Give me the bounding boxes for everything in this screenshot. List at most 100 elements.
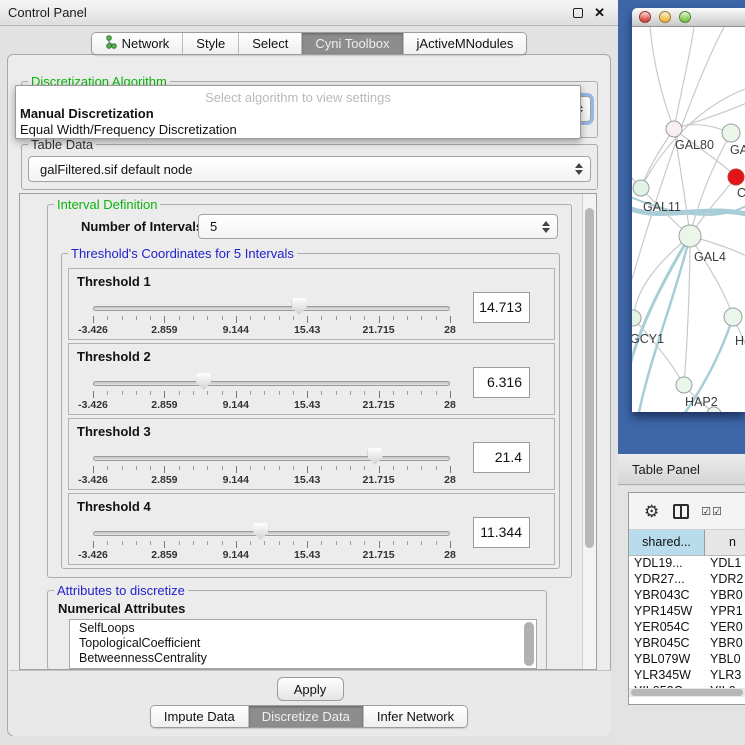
numerical-attributes-label: Numerical Attributes	[58, 601, 185, 616]
slider-tick-label: -3.426	[78, 324, 108, 336]
table-row[interactable]: YBL079WYBL0	[629, 652, 745, 668]
scrollbar-thumb[interactable]	[585, 208, 594, 548]
threshold-4-slider-handle[interactable]	[253, 523, 268, 540]
network-desktop-area: GAL80GACGAL11GAL4GCY1HHAP2	[618, 0, 745, 454]
table-row[interactable]: YBR045CYBR0	[629, 636, 745, 652]
tab-discretize-data[interactable]: Discretize Data	[248, 706, 363, 727]
threshold-4-value-field[interactable]: 11.344	[473, 517, 530, 548]
network-node-gal11[interactable]	[633, 180, 649, 196]
slider-tick-labels: -3.4262.8599.14415.4321.71528	[69, 474, 554, 486]
threshold-3-slider-track[interactable]	[93, 456, 450, 461]
list-scrollbar-thumb[interactable]	[524, 622, 534, 666]
threshold-2-label: Threshold 2	[77, 349, 151, 364]
numerical-attributes-list[interactable]: SelfLoopsTopologicalCoefficientBetweenne…	[69, 619, 537, 669]
tab-jactivemnodules[interactable]: jActiveMNodules	[403, 33, 527, 54]
network-node-label: C	[737, 186, 745, 200]
network-canvas[interactable]: GAL80GACGAL11GAL4GCY1HHAP2	[632, 27, 745, 412]
tab-network-label: Network	[122, 36, 170, 51]
select-checkboxes-icon[interactable]: ☑☑	[701, 505, 723, 518]
threshold-1-slider-track[interactable]	[93, 306, 450, 311]
network-edge	[650, 27, 674, 129]
network-node-label: GAL80	[675, 138, 714, 152]
attribute-item[interactable]: TopologicalCoefficient	[70, 635, 536, 650]
slider-tick-label: 15.43	[294, 399, 320, 411]
slider-tick-label: 21.715	[363, 549, 395, 561]
table-row[interactable]: YER054CYER0	[629, 620, 745, 636]
mac-maximize-icon[interactable]	[679, 11, 691, 23]
slider-tick-labels: -3.4262.8599.14415.4321.71528	[69, 549, 554, 561]
network-view-window: GAL80GACGAL11GAL4GCY1HHAP2	[632, 8, 745, 412]
threshold-1-slider-handle[interactable]	[292, 298, 307, 315]
table-row[interactable]: YBR043CYBR0	[629, 588, 745, 604]
tab-select[interactable]: Select	[238, 33, 301, 54]
network-node-label: HAP2	[685, 395, 718, 409]
number-of-intervals-combobox[interactable]: 5	[198, 214, 558, 239]
mac-minimize-icon[interactable]	[659, 11, 671, 23]
float-window-icon[interactable]	[573, 8, 583, 18]
slider-tick-label: 2.859	[151, 324, 177, 336]
columns-icon[interactable]	[673, 504, 689, 519]
network-node-selected-red[interactable]	[728, 169, 744, 185]
network-node-label: GCY1	[632, 332, 664, 346]
threshold-4-slider-track[interactable]	[93, 531, 450, 536]
settings-vertical-scrollbar[interactable]	[582, 194, 596, 669]
algorithm-option-equal-width[interactable]: Equal Width/Frequency Discretization	[16, 121, 580, 137]
slider-tick-label: 21.715	[363, 324, 395, 336]
network-canvas-svg: GAL80GACGAL11GAL4GCY1HHAP2	[632, 27, 745, 412]
network-node-right-h[interactable]	[724, 308, 742, 326]
column-header-name[interactable]: n	[705, 530, 745, 555]
threshold-3-slider-handle[interactable]	[368, 448, 383, 465]
table-row[interactable]: YDR27...YDR2	[629, 572, 745, 588]
table-panel-body: ⚙ ☑☑ shared... n YDL19...YDL1YDR27...YDR…	[618, 486, 745, 745]
slider-tick-label: 28	[444, 474, 456, 486]
table-row[interactable]: YPR145WYPR1	[629, 604, 745, 620]
table-row[interactable]: YDL19...YDL1	[629, 556, 745, 572]
threshold-4-panel: Threshold 4 -3.4262.8599.14415.4321.7152…	[68, 493, 555, 565]
threshold-1-value-field[interactable]: 14.713	[473, 292, 530, 323]
algorithm-option-manual[interactable]: Manual Discretization	[16, 105, 580, 121]
gear-icon[interactable]: ⚙	[644, 503, 659, 520]
table-header-row: shared... n	[629, 530, 745, 556]
threshold-3-value-field[interactable]: 21.4	[473, 442, 530, 473]
table-row[interactable]: YLR345WYLR3	[629, 668, 745, 684]
network-node-top-right[interactable]	[722, 124, 740, 142]
threshold-2-slider-track[interactable]	[93, 381, 450, 386]
network-node-gcy1[interactable]	[632, 310, 641, 326]
slider-tick-label: 15.43	[294, 474, 320, 486]
tab-style[interactable]: Style	[182, 33, 238, 54]
apply-button[interactable]: Apply	[277, 677, 344, 701]
threshold-2-slider-handle[interactable]	[196, 373, 211, 390]
slider-tick-label: 9.144	[223, 324, 249, 336]
number-of-intervals-value: 5	[210, 219, 217, 234]
cyni-toolbox-content: Discretization Algorithm Select algorith…	[7, 54, 611, 736]
network-window-titlebar[interactable]	[632, 8, 745, 27]
close-icon[interactable]: ✕	[594, 8, 605, 18]
network-node-gal4[interactable]	[679, 225, 701, 247]
attribute-item[interactable]: BetweennessCentrality	[70, 650, 536, 665]
table-horizontal-scrollbar[interactable]	[629, 688, 745, 697]
network-node-label: GA	[730, 143, 745, 157]
tab-impute-data[interactable]: Impute Data	[151, 706, 248, 727]
network-node-label: GAL4	[694, 250, 726, 264]
mac-close-icon[interactable]	[639, 11, 651, 23]
tab-cyni-toolbox[interactable]: Cyni Toolbox	[301, 33, 402, 54]
network-icon	[105, 35, 117, 52]
tab-infer-network[interactable]: Infer Network	[363, 706, 467, 727]
network-node-gal80[interactable]	[666, 121, 682, 137]
slider-tick-label: 2.859	[151, 399, 177, 411]
slider-tick-label: 2.859	[151, 474, 177, 486]
threshold-2-value-field[interactable]: 6.316	[473, 367, 530, 398]
network-edge	[633, 318, 684, 385]
tab-network[interactable]: Network	[92, 33, 183, 54]
slider-tick-label: 28	[444, 324, 456, 336]
scrollbar-thumb[interactable]	[631, 689, 743, 696]
panel-title: Control Panel	[8, 5, 573, 20]
table-data-combobox[interactable]: galFiltered.sif default node	[28, 156, 591, 182]
interval-definition-title: Interval Definition	[54, 197, 160, 212]
column-header-shared[interactable]: shared...	[629, 530, 705, 555]
control-panel-titlebar: Control Panel ✕	[0, 0, 618, 26]
attribute-item[interactable]: SelfLoops	[70, 620, 536, 635]
control-panel: Control Panel ✕	[0, 0, 618, 745]
network-node-hap2[interactable]	[676, 377, 692, 393]
slider-tick-label: 21.715	[363, 399, 395, 411]
